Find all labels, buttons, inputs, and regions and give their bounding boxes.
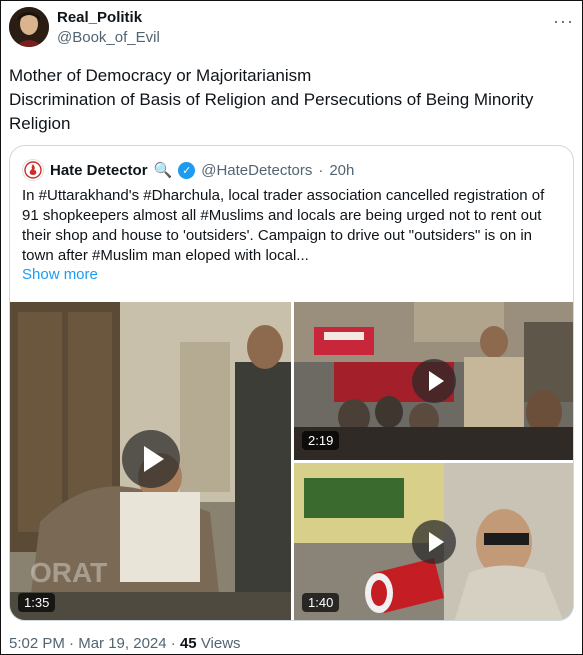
separator-dot: ·	[318, 161, 324, 179]
tweet-header: Real_Politik @Book_of_Evil ···	[9, 7, 576, 47]
views-count: 45	[179, 635, 197, 652]
tweet-text-line-1: Mother of Democracy or Majoritarianism	[9, 66, 312, 85]
tweet-card: Real_Politik @Book_of_Evil ··· Mother of…	[0, 0, 583, 655]
user-handle[interactable]: @Book_of_Evil	[57, 29, 160, 46]
video-thumbnail-2[interactable]: 2:19	[294, 302, 573, 460]
play-icon	[143, 446, 164, 472]
play-icon	[428, 371, 444, 391]
display-name[interactable]: Real_Politik	[57, 9, 142, 26]
quoted-avatar[interactable]	[22, 159, 44, 181]
tweet-meta: 5:02 PM · Mar 19, 2024 · 45 Views	[9, 635, 241, 652]
play-button[interactable]	[412, 520, 456, 564]
avatar-image	[9, 7, 49, 47]
post-date[interactable]: Mar 19, 2024	[78, 635, 166, 652]
post-time[interactable]: 5:02 PM	[9, 635, 65, 652]
video-duration: 2:19	[302, 431, 340, 450]
flame-logo-icon	[24, 161, 42, 179]
video-thumbnail-1[interactable]: ORAT 1:35	[10, 302, 291, 620]
play-icon	[428, 532, 444, 552]
avatar[interactable]	[9, 7, 49, 47]
svg-text:ORAT: ORAT	[30, 557, 107, 588]
video-duration: 1:40	[302, 593, 340, 612]
quoted-text: In #Uttarakhand's #Dharchula, local trad…	[22, 187, 545, 264]
quoted-time[interactable]: 20h	[329, 162, 354, 179]
verified-badge-icon: ✓	[178, 161, 196, 179]
more-icon[interactable]: ···	[553, 11, 574, 32]
separator-dot: ·	[170, 635, 176, 652]
magnifier-emoji-icon: 🔍	[153, 162, 173, 179]
quoted-display-name[interactable]: Hate Detector	[50, 162, 148, 179]
play-button[interactable]	[122, 430, 180, 488]
video-thumbnail-3[interactable]: 1:40	[294, 463, 573, 620]
tweet-text: Mother of Democracy or Majoritarianism D…	[9, 64, 574, 136]
tweet-text-line-2: Discrimination of Basis of Religion and …	[9, 90, 534, 133]
show-more-link[interactable]: Show more	[22, 266, 98, 283]
quoted-handle[interactable]: @HateDetectors	[201, 162, 312, 179]
views-label: Views	[200, 635, 241, 652]
quoted-tweet-header: Hate Detector 🔍 ✓ @HateDetectors · 20h	[22, 158, 354, 182]
separator-dot: ·	[69, 635, 75, 652]
video-grid: ORAT 1:35 2:19 1:40	[10, 302, 573, 620]
video-duration: 1:35	[18, 593, 56, 612]
play-button[interactable]	[412, 359, 456, 403]
quoted-tweet[interactable]: Hate Detector 🔍 ✓ @HateDetectors · 20h I…	[9, 145, 574, 621]
